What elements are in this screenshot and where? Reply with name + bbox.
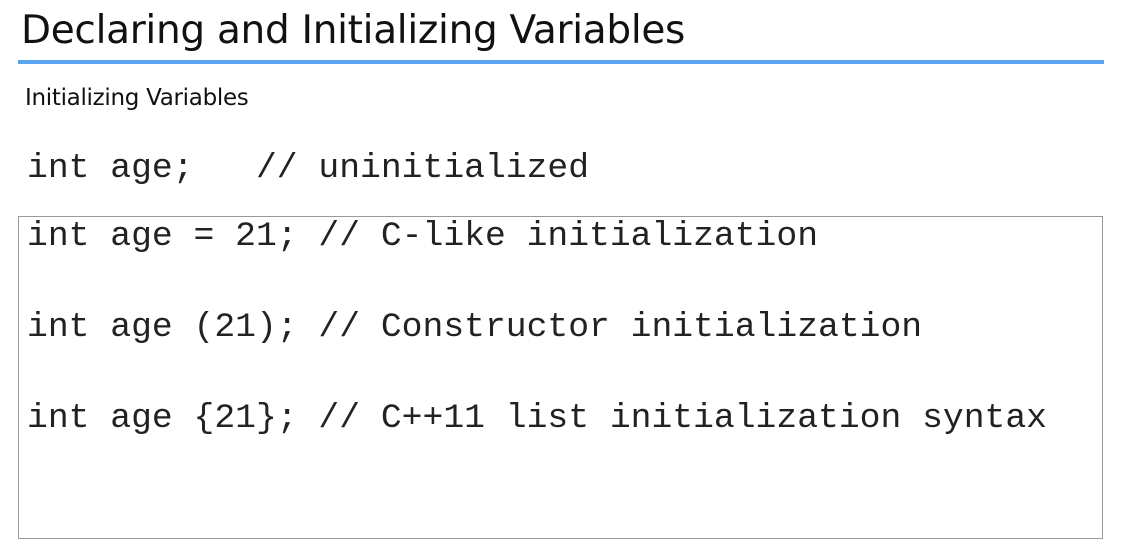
code-line-uninitialized: int age; // uninitialized [27,149,590,188]
code-box [18,216,1103,539]
slide-title: Declaring and Initializing Variables [21,8,686,53]
code-line-list-init: int age {21}; // C++11 list initializati… [27,399,1047,438]
code-line-c-like: int age = 21; // C-like initialization [27,217,819,256]
code-line-constructor: int age (21); // Constructor initializat… [27,308,923,347]
slide-subtitle: Initializing Variables [25,85,249,111]
title-underline [18,60,1104,64]
